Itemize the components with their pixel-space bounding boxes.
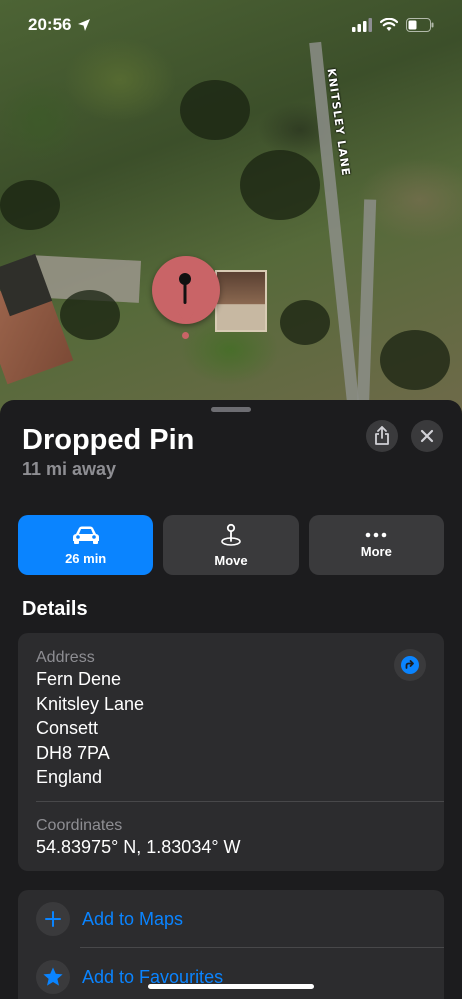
plus-icon <box>45 911 61 927</box>
share-icon <box>375 426 389 445</box>
car-icon <box>72 526 99 544</box>
ellipsis-icon <box>366 532 387 537</box>
pin-tail <box>178 312 194 324</box>
star-icon <box>43 967 63 986</box>
map-tree <box>60 290 120 340</box>
move-label: Move <box>214 552 248 568</box>
details-divider <box>36 801 444 802</box>
map-tree <box>280 300 330 345</box>
battery-icon <box>406 18 434 32</box>
details-heading: Details <box>22 598 88 620</box>
map-tree <box>380 330 450 390</box>
add-to-maps-label: Add to Maps <box>82 908 184 929</box>
move-pin-button[interactable]: Move <box>163 515 299 575</box>
place-distance: 11 mi away <box>22 459 117 479</box>
screen: KNITSLEY LANE 20:56 Dropped Pin 11 mi aw… <box>0 0 462 999</box>
close-button[interactable] <box>411 420 443 452</box>
map-tree <box>240 150 320 220</box>
home-indicator[interactable] <box>148 984 314 989</box>
map-tree <box>0 180 60 230</box>
coordinates-label: Coordinates <box>36 817 123 834</box>
plus-icon-wrap <box>36 902 70 936</box>
address-line: DH8 7PA <box>36 742 110 763</box>
address-value[interactable]: Fern Dene Knitsley Lane Consett DH8 7PA … <box>36 667 144 790</box>
address-directions-button[interactable] <box>394 649 426 681</box>
action-buttons: 26 min Move More <box>18 515 444 575</box>
star-icon-wrap <box>36 960 70 994</box>
place-sheet: Dropped Pin 11 mi away 26 min Move More … <box>0 400 462 999</box>
address-line: Knitsley Lane <box>36 693 145 714</box>
map-house-right <box>215 270 267 332</box>
satellite-map[interactable]: KNITSLEY LANE <box>0 0 462 441</box>
address-label: Address <box>36 649 95 666</box>
add-to-favourites-row[interactable]: Add to Favourites <box>18 948 444 999</box>
drive-time-label: 26 min <box>65 550 107 566</box>
status-time-group: 20:56 <box>28 15 91 35</box>
cellular-signal-icon <box>352 18 372 32</box>
address-line: England <box>36 767 103 787</box>
sheet-grabber[interactable] <box>211 407 251 412</box>
details-card: Address Fern Dene Knitsley Lane Consett … <box>18 633 444 871</box>
directions-drive-button[interactable]: 26 min <box>18 515 154 575</box>
directions-arrow-icon <box>401 656 419 674</box>
actions-list-card: Add to Maps Add to Favourites <box>18 890 444 999</box>
wifi-icon <box>380 18 398 31</box>
location-arrow-icon <box>78 19 91 31</box>
share-button[interactable] <box>366 420 398 452</box>
address-line: Consett <box>36 718 99 738</box>
address-line: Fern Dene <box>36 669 122 689</box>
status-icons <box>352 18 434 32</box>
place-title: Dropped Pin <box>22 424 195 456</box>
pin-location-dot <box>182 332 189 339</box>
more-button[interactable]: More <box>308 515 444 575</box>
status-time: 20:56 <box>28 15 72 34</box>
status-bar: 20:56 <box>0 0 462 50</box>
add-to-maps-row[interactable]: Add to Maps <box>18 890 444 948</box>
close-icon <box>420 429 434 443</box>
map-tree <box>180 80 250 140</box>
coordinates-value[interactable]: 54.83975° N, 1.83034° W <box>36 837 241 858</box>
pin-move-icon <box>221 523 241 546</box>
more-label: More <box>360 543 392 559</box>
